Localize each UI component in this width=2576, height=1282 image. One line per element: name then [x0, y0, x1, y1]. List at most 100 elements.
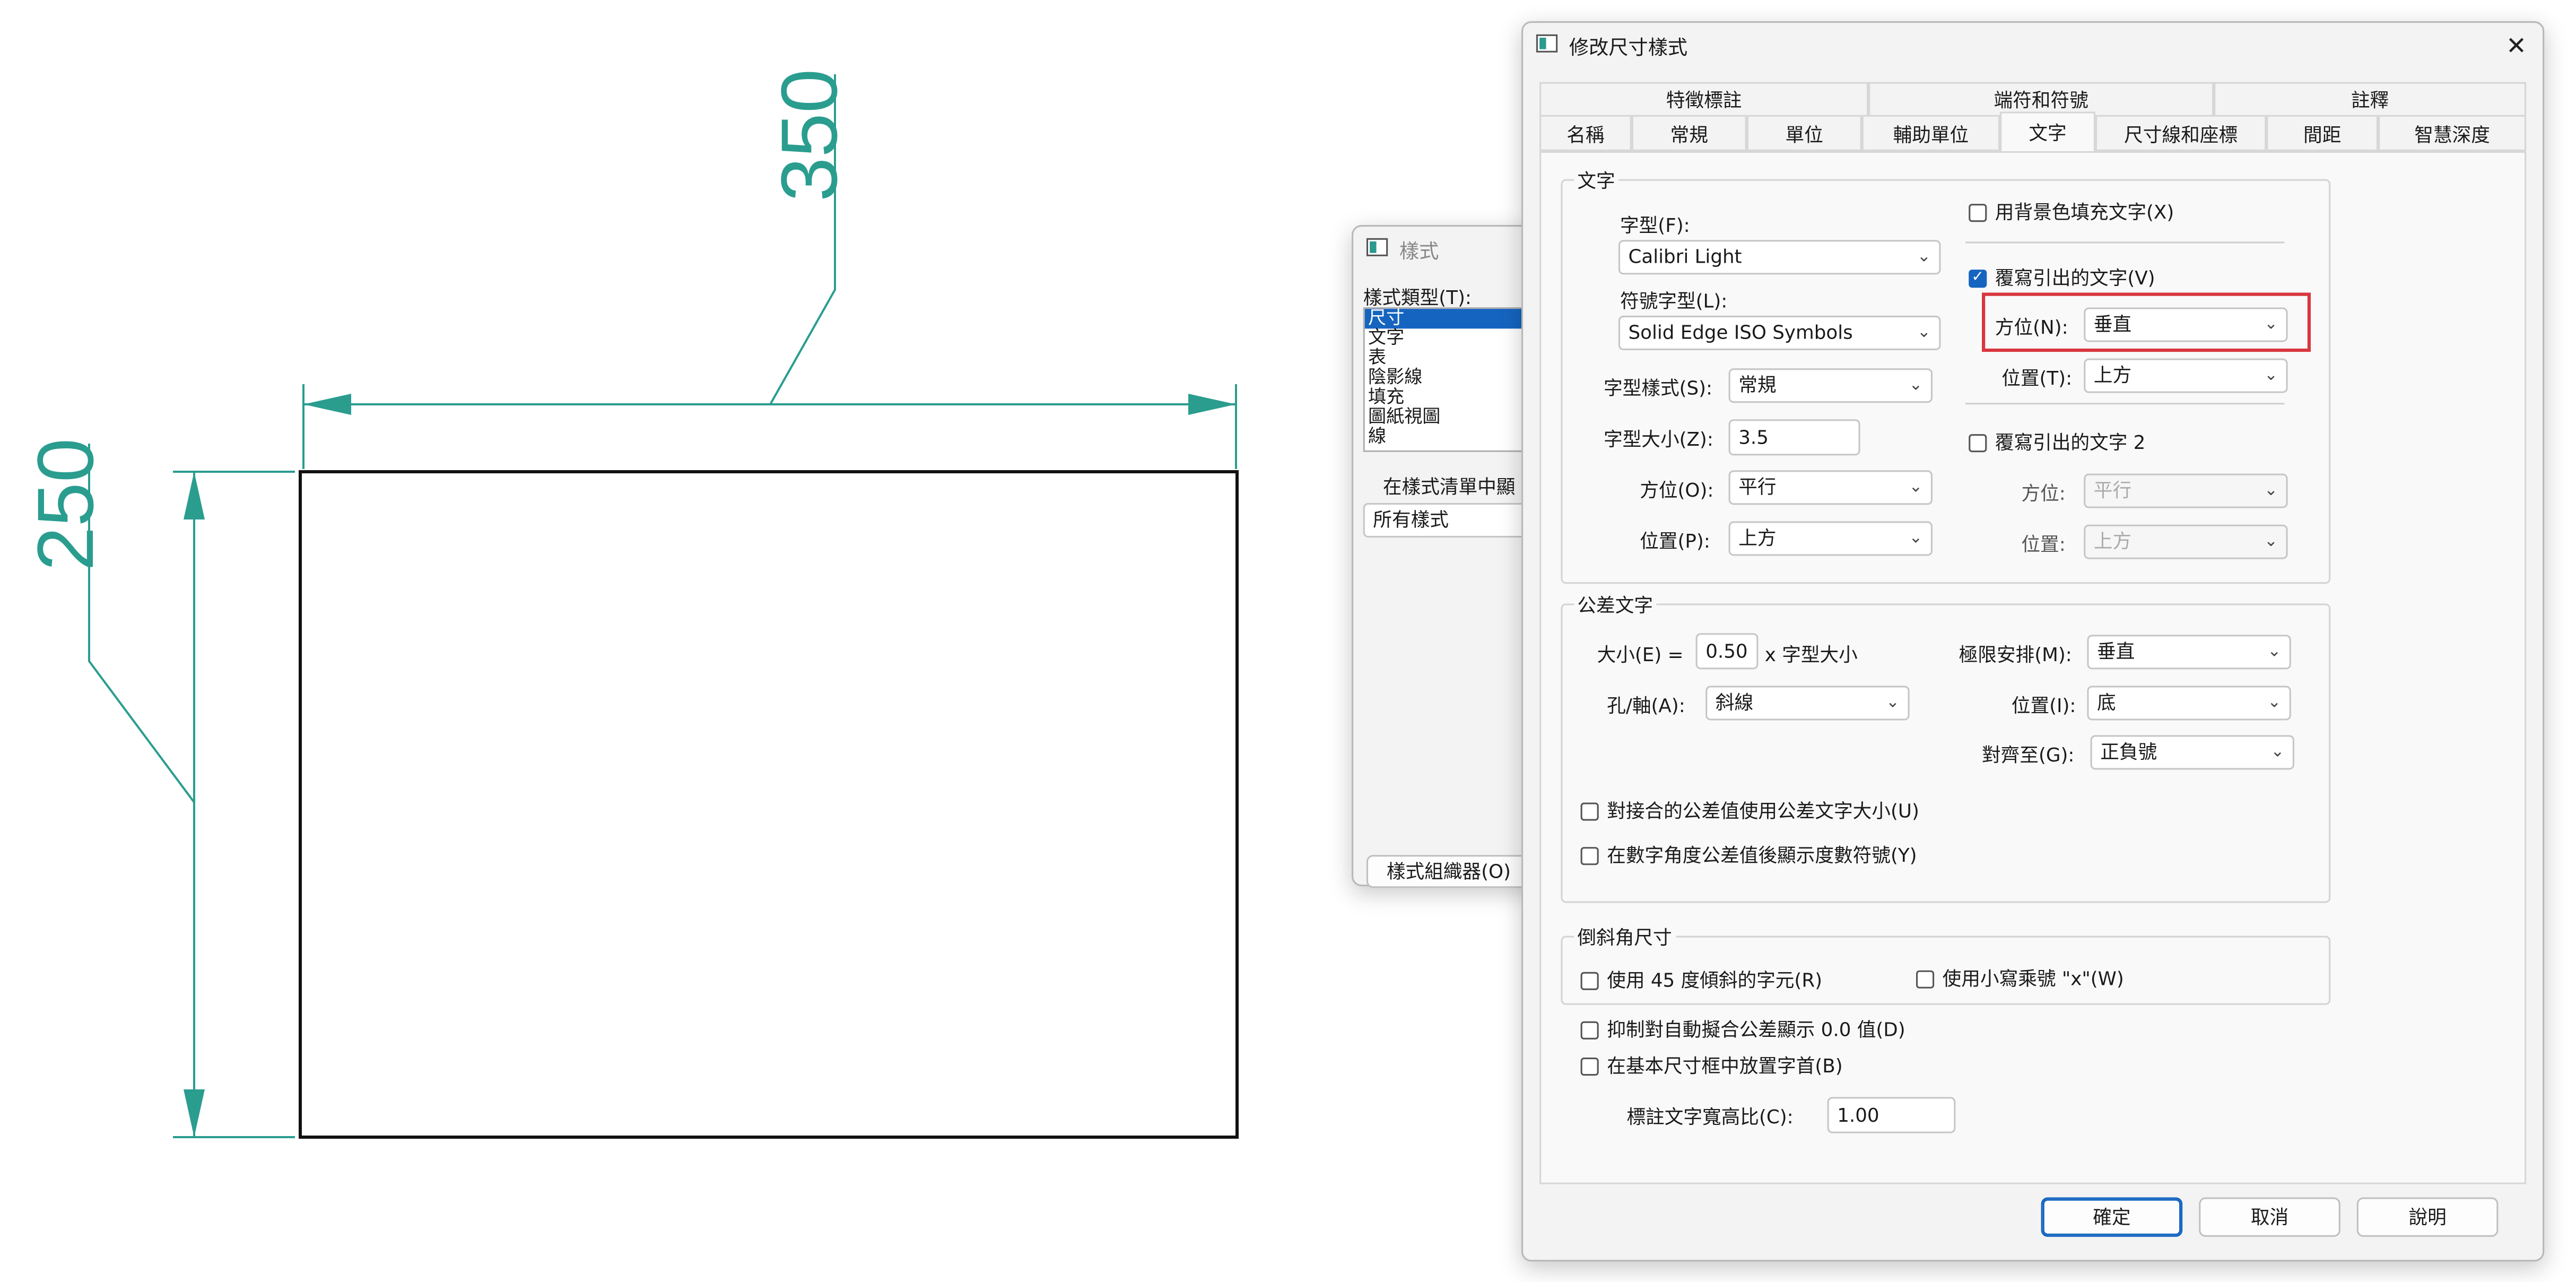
ok-button[interactable]: 確定	[2041, 1197, 2183, 1237]
override-leader2-checkbox[interactable]	[1969, 434, 1987, 453]
style-type-item[interactable]: 線	[1365, 427, 1526, 447]
separator	[1965, 403, 2285, 405]
tolerance-size-label: 大小(E) =	[1597, 643, 1684, 666]
style-list-select[interactable]: 所有樣式	[1363, 503, 1528, 538]
lowercase-times-label: 使用小寫乘號 "x"(W)	[1942, 967, 2124, 990]
align-select[interactable]: 正負號 ⌄	[2090, 735, 2294, 770]
style-type-item[interactable]: 陰影線	[1365, 367, 1526, 388]
tab-terminators[interactable]: 端符和符號	[1868, 82, 2214, 115]
font-select[interactable]: Calibri Light ⌄	[1618, 240, 1941, 275]
font-size-input[interactable]: 3.5	[1728, 419, 1860, 456]
tab-general[interactable]: 常規	[1631, 115, 1747, 151]
override-orientation-label: 方位(N):	[1995, 315, 2068, 339]
chamfer-45-label: 使用 45 度傾斜的字元(R)	[1607, 968, 1823, 992]
window-app-icon	[1366, 238, 1388, 256]
tab-strip: 特徵標註 端符和符號 註釋 名稱 常規 單位 輔助單位 文字 尺寸線和座標 間距…	[1539, 82, 2527, 154]
tab-units[interactable]: 單位	[1746, 115, 1862, 151]
suppress-zero-checkbox[interactable]	[1580, 1021, 1599, 1040]
degree-symbol-checkbox[interactable]	[1580, 847, 1599, 865]
font-label: 字型(F):	[1620, 213, 1690, 237]
font-style-select[interactable]: 常規 ⌄	[1728, 368, 1933, 403]
cancel-button[interactable]: 取消	[2199, 1197, 2340, 1237]
dimension-text-250[interactable]: 250	[21, 438, 110, 571]
tab-feature-annotation[interactable]: 特徵標註	[1539, 82, 1869, 115]
tab-dimension-lines-coordinates[interactable]: 尺寸線和座標	[2095, 115, 2267, 151]
position-label: 位置(P):	[1640, 529, 1710, 553]
chevron-down-icon: ⌄	[1909, 478, 1923, 497]
chevron-down-icon: ⌄	[2264, 315, 2278, 334]
prefix-in-box-label: 在基本尺寸框中放置字首(B)	[1607, 1054, 1843, 1078]
window-app-icon	[1536, 34, 1558, 53]
chevron-down-icon: ⌄	[1917, 324, 1931, 342]
o2-position-label: 位置:	[2021, 533, 2066, 556]
style-type-item[interactable]: 尺寸	[1364, 308, 1526, 329]
help-button[interactable]: 說明	[2356, 1197, 2499, 1237]
chevron-down-icon: ⌄	[2264, 533, 2278, 551]
o2-position-select[interactable]: 上方 ⌄	[2084, 524, 2288, 559]
tolerance-size-checkbox-label: 對接合的公差值使用公差文字大小(U)	[1607, 799, 1919, 822]
separator	[1965, 241, 2285, 244]
text-tab-page: 文字 字型(F): Calibri Light ⌄ 符號字型(L): Solid …	[1539, 151, 2527, 1184]
close-icon[interactable]: ✕	[2500, 30, 2533, 63]
hole-shaft-label: 孔/軸(A):	[1607, 694, 1685, 717]
chamfer-45-checkbox[interactable]	[1580, 972, 1599, 990]
text-group-title: 文字	[1574, 167, 1618, 194]
style-type-item[interactable]: 文字	[1365, 328, 1526, 348]
position-select[interactable]: 上方 ⌄	[1728, 521, 1933, 556]
style-type-list[interactable]: 尺寸 文字 表 陰影線 填充 圖紙視圖 線	[1363, 307, 1528, 452]
limit-select[interactable]: 垂直 ⌄	[2087, 635, 2291, 670]
tab-annotations[interactable]: 註釋	[2214, 82, 2527, 115]
align-label: 對齊至(G):	[1982, 743, 2075, 767]
symbol-font-select[interactable]: Solid Edge ISO Symbols ⌄	[1618, 315, 1941, 350]
tolerance-size-input[interactable]: 0.50	[1695, 633, 1759, 670]
chevron-down-icon: ⌄	[1909, 376, 1923, 395]
tol-position-select[interactable]: 底 ⌄	[2087, 686, 2291, 721]
dimension-text-350[interactable]: 350	[764, 69, 854, 202]
chevron-down-icon: ⌄	[2264, 482, 2278, 500]
orientation-select[interactable]: 平行 ⌄	[1728, 470, 1933, 505]
vertical-dimension[interactable]	[88, 444, 295, 1138]
hole-shaft-select[interactable]: 斜線 ⌄	[1705, 686, 1910, 721]
suppress-zero-label: 抑制對自動擬合公差顯示 0.0 值(D)	[1607, 1018, 1905, 1041]
degree-symbol-checkbox-label: 在數字角度公差值後顯示度數符號(Y)	[1607, 844, 1917, 867]
symbol-font-label: 符號字型(L):	[1620, 289, 1728, 313]
bg-fill-label: 用背景色填充文字(X)	[1995, 200, 2174, 224]
chamfer-group-title: 倒斜角尺寸	[1574, 924, 1675, 951]
style-type-item[interactable]: 圖紙視圖	[1365, 407, 1526, 427]
tolerance-size-suffix: x 字型大小	[1764, 643, 1858, 666]
aspect-ratio-label: 標註文字寬高比(C):	[1626, 1105, 1794, 1129]
dialog-titlebar[interactable]: 修改尺寸樣式 ✕	[1523, 23, 2543, 69]
tab-name[interactable]: 名稱	[1539, 115, 1632, 151]
tolerance-group-title: 公差文字	[1574, 592, 1657, 619]
chevron-down-icon: ⌄	[2264, 367, 2278, 385]
tab-spacing[interactable]: 間距	[2266, 115, 2379, 151]
override-orientation-select[interactable]: 垂直 ⌄	[2084, 307, 2288, 342]
style-type-item[interactable]: 填充	[1365, 387, 1526, 408]
prefix-in-box-checkbox[interactable]	[1580, 1058, 1599, 1076]
chevron-down-icon: ⌄	[2267, 643, 2282, 661]
dialog-title: 修改尺寸樣式	[1569, 36, 1688, 59]
style-organizer-button[interactable]: 樣式組織器(O)	[1366, 855, 1531, 888]
style-type-label: 樣式類型(T):	[1363, 285, 1472, 309]
drawn-rectangle[interactable]	[299, 470, 1239, 1139]
override-position-select[interactable]: 上方 ⌄	[2084, 358, 2288, 393]
chevron-down-icon: ⌄	[2267, 694, 2282, 712]
tab-smart-depth[interactable]: 智慧深度	[2378, 115, 2527, 151]
o2-orientation-select[interactable]: 平行 ⌄	[2084, 473, 2288, 508]
lowercase-times-checkbox[interactable]	[1916, 970, 1935, 989]
override-leader-label: 覆寫引出的文字(V)	[1995, 266, 2155, 290]
modify-dimension-style-dialog: 修改尺寸樣式 ✕ 特徵標註 端符和符號 註釋 名稱 常規 單位 輔助單位 文字 …	[1521, 21, 2545, 1262]
bg-fill-checkbox[interactable]	[1969, 204, 1987, 222]
chevron-down-icon: ⌄	[1909, 529, 1923, 548]
tolerance-size-checkbox[interactable]	[1580, 802, 1599, 821]
aspect-ratio-input[interactable]: 1.00	[1827, 1097, 1956, 1133]
tol-position-label: 位置(I):	[2011, 694, 2076, 717]
tab-text[interactable]: 文字	[2000, 111, 2095, 153]
limit-label: 極限安排(M):	[1959, 643, 2072, 666]
tab-secondary-units[interactable]: 輔助單位	[1861, 115, 2000, 151]
style-type-item[interactable]: 表	[1365, 348, 1526, 368]
font-size-label: 字型大小(Z):	[1604, 427, 1713, 451]
override-position-label: 位置(T):	[2001, 367, 2073, 390]
override-leader-checkbox[interactable]: ✓	[1969, 270, 1987, 288]
style-list-label: 在樣式清單中顯	[1382, 475, 1516, 498]
